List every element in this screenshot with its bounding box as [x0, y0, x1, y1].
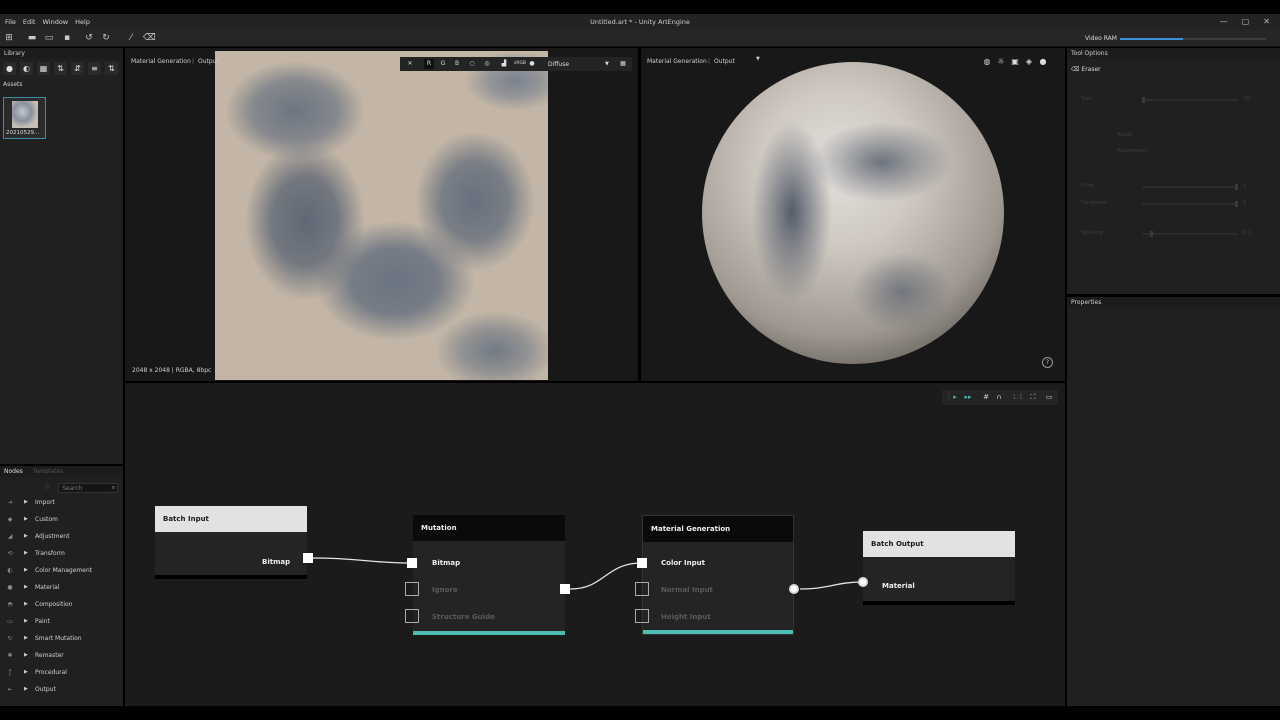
input-port-normal[interactable] — [635, 582, 649, 596]
port-label-height-input: Height Input — [661, 613, 711, 621]
port-label-material: Material — [882, 582, 915, 590]
node-title: Mutation — [413, 515, 565, 541]
node-title: Batch Output — [863, 531, 1015, 557]
port-label-structure-guide: Structure Guide — [432, 613, 495, 621]
output-port-bitmap[interactable] — [303, 553, 313, 563]
node-title: Batch Input — [155, 506, 307, 532]
node-title: Material Generation — [643, 516, 793, 542]
output-port-material[interactable] — [789, 584, 799, 594]
port-label-color-input: Color Input — [661, 559, 705, 567]
node-progress-bar — [413, 631, 565, 635]
node-footer — [863, 601, 1015, 605]
input-port-structure-guide[interactable] — [405, 609, 419, 623]
port-label-bitmap: Bitmap — [262, 558, 291, 566]
output-port-mutation[interactable] — [560, 584, 570, 594]
node-footer — [155, 575, 307, 579]
port-label-ignore: Ignore — [432, 586, 458, 594]
input-port-color[interactable] — [637, 558, 647, 568]
port-label-normal-input: Normal Input — [661, 586, 713, 594]
input-port-ignore[interactable] — [405, 582, 419, 596]
input-port-height[interactable] — [635, 609, 649, 623]
node-progress-bar — [643, 630, 793, 634]
node-batch-input[interactable]: Batch Input — [155, 506, 307, 579]
input-port-bitmap[interactable] — [407, 558, 417, 568]
node-batch-output[interactable]: Batch Output — [863, 531, 1015, 605]
port-label-bitmap: Bitmap — [432, 559, 461, 567]
input-port-material[interactable] — [858, 577, 868, 587]
